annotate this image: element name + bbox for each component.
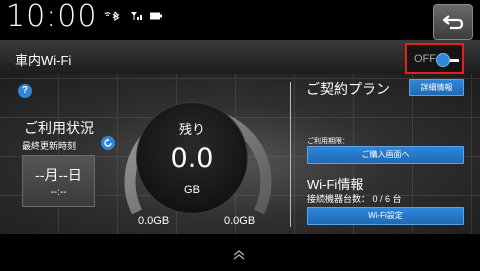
gauge-max-label: 0.0GB [224,215,256,227]
wifi-info-title: Wi-Fi情報 [307,177,364,192]
usage-period-label: ご利用期限： [307,138,349,145]
help-button[interactable]: ? [18,84,32,98]
wifi-settings-button[interactable]: Wi-Fi設定 [307,207,464,225]
page-title: 車内Wi-Fi [15,53,72,68]
gauge-center: 残り 0.0 GB [136,102,248,214]
last-update-date: --月--日 [35,167,82,183]
bluetooth-audio-icon [104,11,120,21]
back-button[interactable] [433,4,473,40]
remaining-unit: GB [184,184,200,196]
clock: 10:00 [6,0,98,34]
purchase-button[interactable]: ご購入画面へ [307,146,464,164]
main-panel: ? ご利用状況 最終更新時刻 --月--日 --:-- 残り 0.0 GB 0.… [0,74,480,234]
remaining-label: 残り [178,122,205,137]
plan-title: ご契約プラン [306,81,390,97]
plan-detail-button[interactable]: 詳細情報 [409,79,464,96]
usage-title: ご利用状況 [24,120,94,136]
divider [290,82,291,227]
refresh-button[interactable] [101,136,115,150]
last-update-label: 最終更新時刻 [22,141,77,151]
battery-icon [150,12,162,20]
refresh-icon [104,138,112,147]
toggle-label: OFF [414,53,436,65]
connected-devices-count: 接続機器台数： 0 / 6 台 [307,194,402,204]
last-update-time: --:-- [50,187,67,198]
wifi-toggle[interactable]: OFF [405,43,464,74]
signal-icon [131,12,142,20]
back-arrow-icon [442,15,464,30]
toggle-knob [436,53,450,67]
chevron-up-icon[interactable] [232,249,246,261]
status-bar: 10:00 [0,0,480,40]
last-update-box: --月--日 --:-- [22,155,95,207]
gauge-min-label: 0.0GB [138,215,170,227]
remaining-value: 0.0 [170,143,214,174]
status-icons [102,11,162,21]
